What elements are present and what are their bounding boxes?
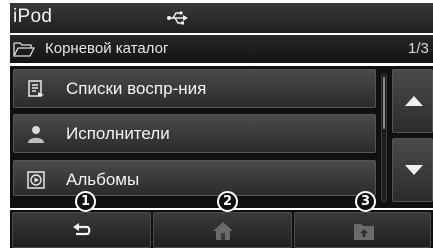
arrow-down-icon [405, 165, 423, 175]
bottom-toolbar [10, 210, 433, 248]
folder-up-button[interactable] [294, 212, 431, 248]
callout-marker: 1 [75, 191, 96, 212]
list-item-playlists[interactable]: Списки воспр-ния [13, 69, 376, 108]
app-title: iPod [13, 6, 53, 27]
callout-marker: 2 [217, 191, 238, 212]
ipod-screen: iPod Корневой каталог 1/3 Списки воспр-н… [0, 0, 433, 248]
scrollbar-thumb[interactable] [383, 77, 385, 129]
scroll-down-button[interactable] [392, 138, 433, 202]
album-icon [27, 171, 45, 189]
page-indicator: 1/3 [408, 40, 429, 57]
home-button[interactable] [153, 212, 292, 248]
back-icon [73, 223, 91, 236]
list-item-artists[interactable]: Исполнители [13, 114, 376, 153]
scrollbar[interactable] [381, 74, 387, 202]
list-item-label: Списки воспр-ния [66, 79, 207, 98]
path-bar: Корневой каталог 1/3 [10, 35, 433, 63]
back-button[interactable] [12, 212, 151, 248]
usb-icon [167, 11, 188, 25]
callout-marker: 3 [355, 191, 376, 212]
artist-icon [28, 126, 44, 143]
title-bar: iPod [10, 3, 433, 33]
file-list: Списки воспр-ния Исполнители Альбомы [10, 66, 433, 208]
scroll-up-button[interactable] [392, 69, 433, 133]
home-icon [213, 222, 233, 240]
playlist-icon [28, 80, 44, 97]
folder-up-icon [354, 224, 374, 240]
list-item-label: Исполнители [66, 124, 170, 143]
folder-open-icon [13, 42, 35, 57]
list-item-albums[interactable]: Альбомы [13, 160, 376, 196]
arrow-up-icon [405, 96, 423, 106]
current-folder-label: Корневой каталог [45, 40, 169, 57]
list-item-label: Альбомы [66, 170, 140, 189]
